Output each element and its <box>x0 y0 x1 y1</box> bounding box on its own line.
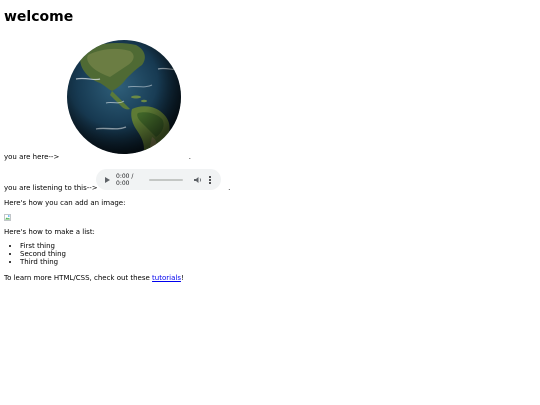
location-label: you are here--> <box>4 153 60 161</box>
audio-trailing: . <box>228 184 231 192</box>
earth-globe-icon <box>67 40 181 154</box>
image-intro: Here's how you can add an image: <box>4 199 126 207</box>
location-line: you are here--> . <box>4 153 191 162</box>
page-title: welcome <box>4 9 74 25</box>
location-trailing: . <box>188 153 192 161</box>
thing-list: First thing Second thing Third thing <box>4 242 66 266</box>
play-icon[interactable] <box>105 176 110 183</box>
list-item: First thing <box>20 242 66 250</box>
broken-image-icon <box>4 214 11 221</box>
more-vertical-icon[interactable] <box>209 175 211 184</box>
list-item: Third thing <box>20 258 66 266</box>
footer-prefix: To learn more HTML/CSS, check out these <box>4 274 153 282</box>
volume-icon[interactable] <box>193 176 203 184</box>
audio-line: you are listening to this--> . <box>4 184 230 193</box>
list-intro: Here's how to make a list: <box>4 228 95 236</box>
list-item: Second thing <box>20 250 66 258</box>
footer-suffix: ! <box>180 274 184 282</box>
footer-text: To learn more HTML/CSS, check out these … <box>4 274 184 283</box>
globe-image <box>66 39 182 155</box>
tutorials-link[interactable]: tutorials <box>152 274 181 282</box>
audio-label: you are listening to this--> <box>4 184 98 192</box>
audio-progress-bar[interactable] <box>149 178 183 181</box>
